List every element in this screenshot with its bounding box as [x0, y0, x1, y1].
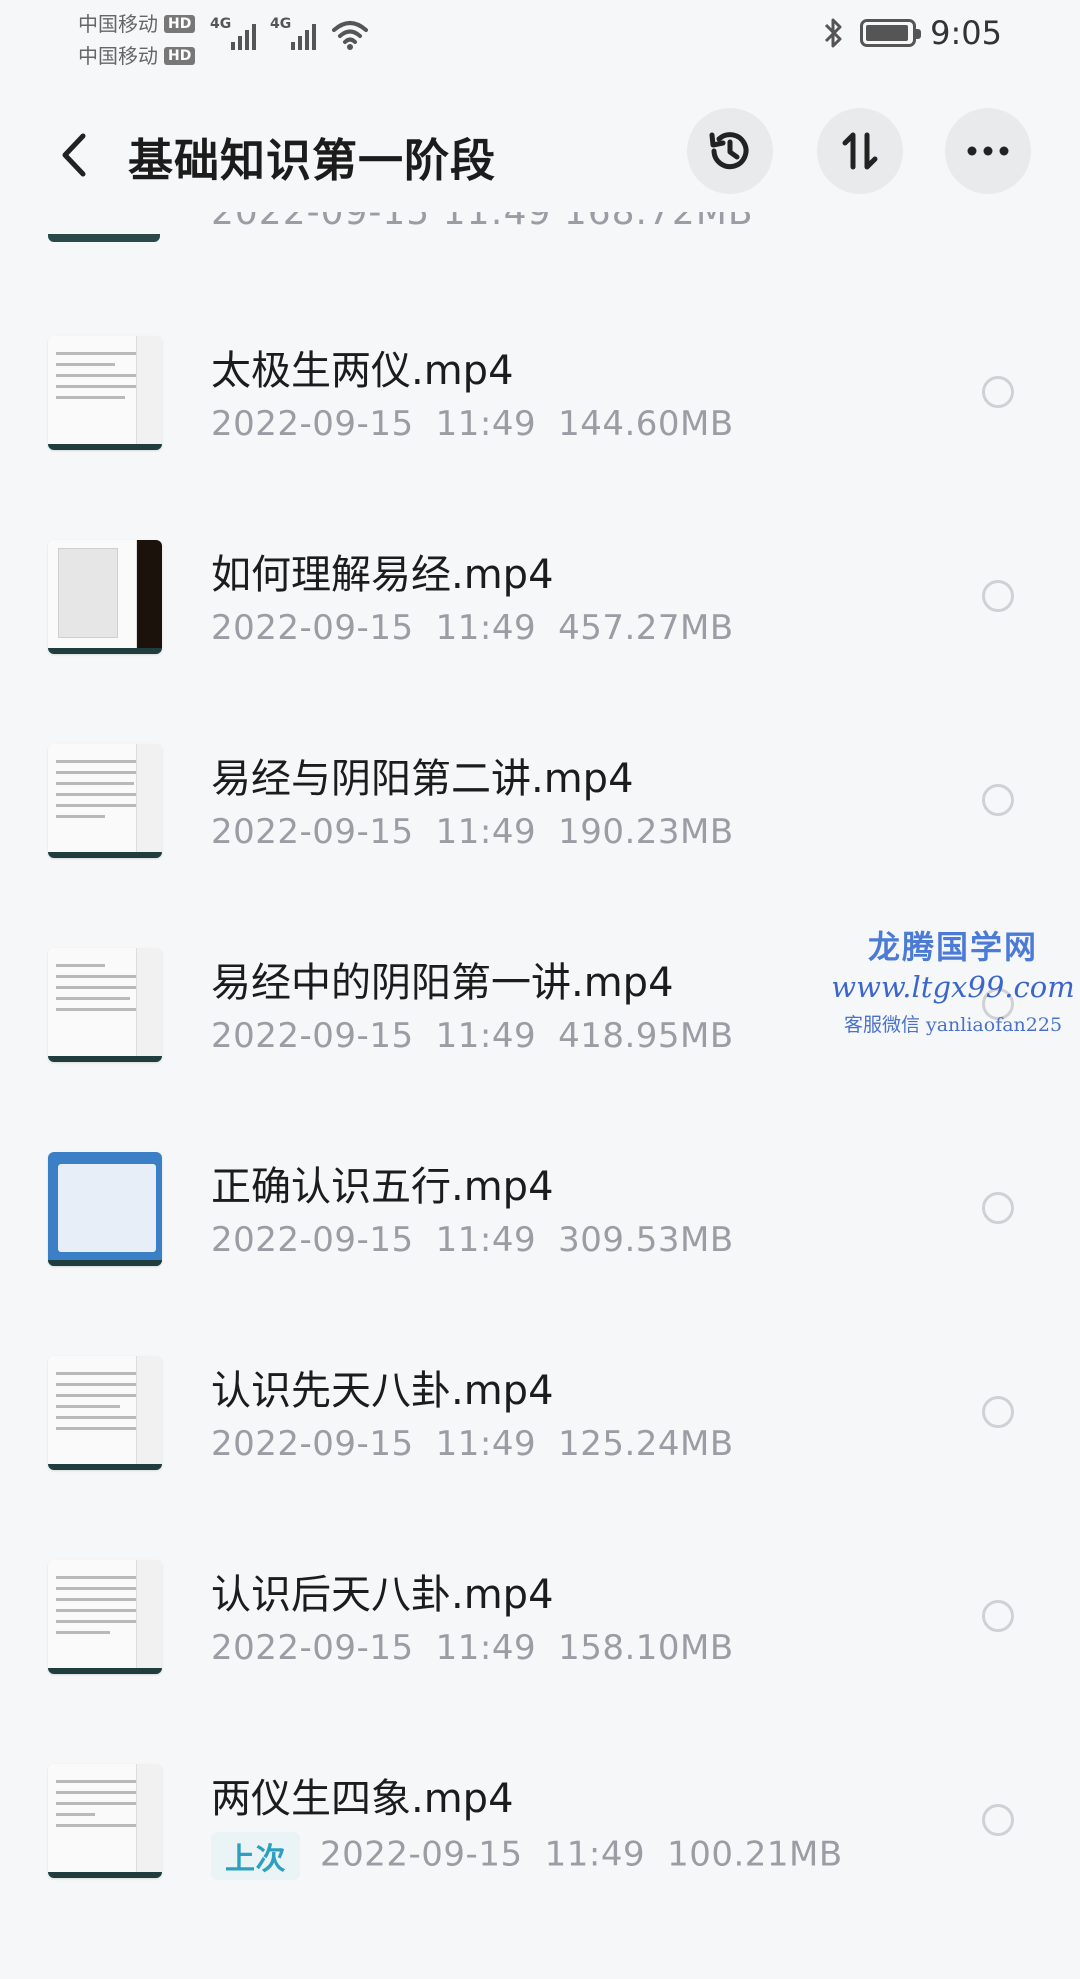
file-date: 2022-09-15: [211, 608, 414, 648]
file-date: 2022-09-15: [211, 404, 414, 444]
battery-icon: [860, 19, 922, 47]
file-row[interactable]: 易经与阴阳第二讲.mp4 2022-09-15 11:49 190.23MB: [0, 726, 1080, 930]
network-type-label: 4G: [210, 16, 232, 32]
back-arrow-icon: [62, 133, 86, 177]
select-radio[interactable]: [982, 1600, 1014, 1632]
history-icon: [709, 132, 749, 170]
file-size: 418.95MB: [558, 1016, 734, 1056]
file-time: 11:49: [435, 1424, 537, 1464]
file-time: 11:49: [435, 608, 537, 648]
file-date: 2022-09-15: [211, 812, 414, 852]
file-meta: 上次 2022-09-15 11:49 100.21MB: [211, 1832, 843, 1880]
file-meta: 2022-09-15 11:49 418.95MB: [211, 1016, 734, 1056]
carrier-2-name: 中国移动: [78, 44, 158, 68]
signal-2-icon: 4G: [270, 16, 316, 54]
hd-badge: HD: [164, 47, 196, 65]
file-name: 正确认识五行.mp4: [211, 1164, 554, 1210]
watermark-contact: 客服微信 yanliaofan225: [843, 1014, 1063, 1036]
status-right: 9:05: [820, 14, 1002, 52]
history-button[interactable]: [687, 108, 773, 194]
sort-icon: [842, 132, 878, 170]
video-thumbnail: [48, 1356, 162, 1470]
watermark-url: www.ltgx99.com: [831, 970, 1075, 1004]
file-time: 11:49: [435, 1628, 537, 1668]
app-header: 基础知识第一阶段: [0, 100, 1080, 210]
file-name: 认识先天八卦.mp4: [211, 1368, 554, 1414]
video-thumbnail: [48, 1152, 162, 1266]
file-row[interactable]: 正确认识五行.mp4 2022-09-15 11:49 309.53MB: [0, 1134, 1080, 1338]
video-thumbnail: [48, 1764, 162, 1878]
network-type-label: 4G: [270, 16, 292, 32]
file-row[interactable]: 如何理解易经.mp4 2022-09-15 11:49 457.27MB: [0, 522, 1080, 726]
file-size: 309.53MB: [558, 1220, 734, 1260]
file-size: 125.24MB: [558, 1424, 734, 1464]
file-size: 457.27MB: [558, 608, 734, 648]
watermark-title: 龙腾国学网: [867, 928, 1038, 966]
file-meta: 2022-09-15 11:49 190.23MB: [211, 812, 734, 852]
file-meta: 2022-09-15 11:49 144.60MB: [211, 404, 734, 444]
file-meta: 2022-09-15 11:49 158.10MB: [211, 1628, 734, 1668]
bluetooth-icon: [825, 18, 842, 48]
partial-list-item[interactable]: 2022-09-15 11:49 168.72MB: [0, 212, 1080, 246]
file-name: 两仪生四象.mp4: [211, 1776, 514, 1822]
file-row[interactable]: 认识后天八卦.mp4 2022-09-15 11:49 158.10MB: [0, 1542, 1080, 1746]
wifi-icon: [332, 21, 368, 50]
file-meta: 2022-09-15 11:49 309.53MB: [211, 1220, 734, 1260]
file-meta: 2022-09-15 11:49 457.27MB: [211, 608, 734, 648]
file-time: 11:49: [544, 1834, 646, 1875]
file-size: 190.23MB: [558, 812, 734, 852]
hd-badge: HD: [164, 15, 196, 33]
file-name: 易经中的阴阳第一讲.mp4: [211, 960, 674, 1006]
signal-1-icon: 4G: [210, 16, 256, 54]
file-name: 太极生两仪.mp4: [211, 348, 514, 394]
file-time: 11:49: [435, 812, 537, 852]
more-button[interactable]: [945, 108, 1031, 194]
video-thumbnail: [48, 1560, 162, 1674]
clock: 9:05: [930, 14, 1002, 52]
video-thumbnail: [48, 234, 160, 242]
file-name: 如何理解易经.mp4: [211, 552, 554, 598]
video-thumbnail: [48, 948, 162, 1062]
file-row[interactable]: 认识先天八卦.mp4 2022-09-15 11:49 125.24MB: [0, 1338, 1080, 1542]
file-row[interactable]: 两仪生四象.mp4 上次 2022-09-15 11:49 100.21MB: [0, 1746, 1080, 1950]
page-title: 基础知识第一阶段: [128, 134, 497, 187]
file-name: 易经与阴阳第二讲.mp4: [211, 756, 634, 802]
file-size: 144.60MB: [558, 404, 734, 444]
file-size: 100.21MB: [667, 1834, 843, 1875]
file-meta: 2022-09-15 11:49 168.72MB: [211, 212, 754, 233]
file-date: 2022-09-15: [320, 1834, 523, 1875]
carrier-1-name: 中国移动: [78, 12, 158, 36]
select-radio[interactable]: [982, 784, 1014, 816]
file-date: 2022-09-15: [211, 1628, 414, 1668]
file-name: 认识后天八卦.mp4: [211, 1572, 554, 1618]
status-bar: 中国移动 HD 中国移动 HD 4G 4G 9:05: [0, 0, 1080, 80]
more-icon: [967, 146, 1009, 156]
video-thumbnail: [48, 744, 162, 858]
select-radio[interactable]: [982, 1192, 1014, 1224]
video-thumbnail: [48, 336, 162, 450]
last-played-badge: 上次: [211, 1832, 300, 1880]
carrier-2: 中国移动 HD: [78, 40, 196, 72]
file-date: 2022-09-15: [211, 1016, 414, 1056]
file-list: 太极生两仪.mp4 2022-09-15 11:49 144.60MB 如何理解易经…: [0, 318, 1080, 1950]
carrier-1: 中国移动 HD: [78, 8, 196, 40]
select-radio[interactable]: [982, 580, 1014, 612]
back-button[interactable]: [44, 122, 104, 188]
file-time: 11:49: [435, 1016, 537, 1056]
file-meta: 2022-09-15 11:49 125.24MB: [211, 1424, 734, 1464]
select-radio[interactable]: [982, 376, 1014, 408]
select-radio[interactable]: [982, 1396, 1014, 1428]
watermark: 龙腾国学网 www.ltgx99.com 客服微信 yanliaofan225: [828, 922, 1078, 1037]
file-time: 11:49: [435, 404, 537, 444]
video-thumbnail: [48, 540, 162, 654]
sort-button[interactable]: [817, 108, 903, 194]
file-size: 158.10MB: [558, 1628, 734, 1668]
file-date: 2022-09-15: [211, 1220, 414, 1260]
select-radio[interactable]: [982, 1804, 1014, 1836]
carrier-info: 中国移动 HD 中国移动 HD: [78, 8, 196, 72]
file-row[interactable]: 太极生两仪.mp4 2022-09-15 11:49 144.60MB: [0, 318, 1080, 522]
file-date: 2022-09-15: [211, 1424, 414, 1464]
file-time: 11:49: [435, 1220, 537, 1260]
signal-indicators: 4G 4G: [210, 16, 370, 54]
